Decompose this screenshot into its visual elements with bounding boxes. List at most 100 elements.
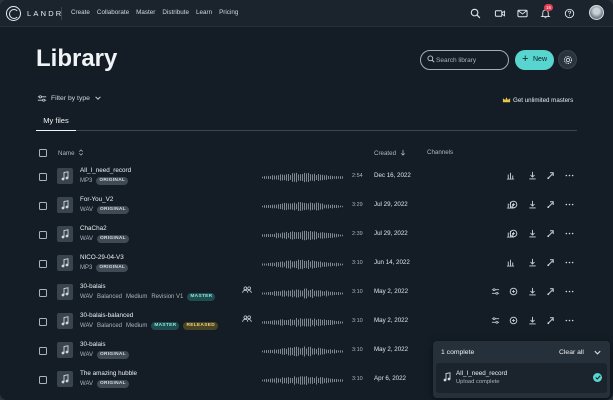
- nav-item-create[interactable]: Create: [71, 9, 90, 16]
- settings-sliders-icon[interactable]: [491, 316, 501, 326]
- waveform[interactable]: [262, 315, 344, 327]
- file-name[interactable]: The amazing hubble: [80, 370, 137, 377]
- more-icon[interactable]: [565, 200, 575, 210]
- user-avatar[interactable]: [589, 5, 604, 20]
- file-detail: Balanced: [97, 294, 123, 300]
- clear-all-button[interactable]: Clear all: [559, 349, 584, 356]
- nav-item-learn[interactable]: Learn: [196, 9, 212, 16]
- more-icon[interactable]: [565, 287, 575, 297]
- row-checkbox[interactable]: [39, 289, 47, 297]
- column-name-label: Name: [58, 150, 75, 157]
- waveform[interactable]: [262, 199, 344, 211]
- download-icon[interactable]: [528, 316, 538, 326]
- file-name[interactable]: 30-balais: [80, 283, 106, 290]
- file-name[interactable]: For-You_V2: [80, 196, 113, 203]
- row-checkbox[interactable]: [39, 202, 47, 210]
- waveform[interactable]: [262, 373, 344, 385]
- waveform[interactable]: [262, 228, 344, 241]
- settings-sliders-icon[interactable]: [491, 287, 501, 297]
- status-badge: MASTER: [151, 322, 180, 330]
- waveform[interactable]: [262, 257, 344, 270]
- row-checkbox[interactable]: [39, 173, 47, 181]
- status-badge: MASTER: [187, 293, 216, 301]
- row-checkbox[interactable]: [39, 376, 47, 384]
- row-checkbox[interactable]: [39, 347, 47, 355]
- filter-by-type-dropdown[interactable]: Filter by type: [37, 94, 101, 105]
- master-icon[interactable]: [509, 200, 519, 210]
- file-thumbnail: [57, 313, 73, 329]
- download-icon[interactable]: [528, 229, 538, 239]
- duration: 2:39: [352, 231, 363, 237]
- share-icon[interactable]: [546, 287, 556, 297]
- master-icon[interactable]: [509, 287, 519, 297]
- status-badge: ORIGINAL: [96, 177, 129, 185]
- row-checkbox[interactable]: [39, 231, 47, 239]
- waveform[interactable]: [262, 170, 344, 183]
- file-detail: Medium: [126, 294, 148, 300]
- nav-item-pricing[interactable]: Pricing: [219, 9, 238, 16]
- duration: 3:10: [352, 318, 363, 324]
- chevron-down-icon[interactable]: [593, 348, 602, 357]
- share-icon[interactable]: [546, 316, 556, 326]
- select-all-checkbox[interactable]: [39, 149, 47, 157]
- more-icon[interactable]: [565, 258, 575, 268]
- more-icon[interactable]: [565, 316, 575, 326]
- table-row[interactable]: 30-balais-balanced WAV Balanced Medium MASTE…: [36, 310, 577, 339]
- channels-icon[interactable]: [506, 171, 516, 181]
- new-button[interactable]: + New: [515, 50, 554, 70]
- table-row[interactable]: NICO-29-04-V3 MP3 ORIGINAL 3:10 Jun 14, 2022: [36, 252, 577, 281]
- share-icon[interactable]: [546, 200, 556, 210]
- help-icon[interactable]: [564, 8, 575, 19]
- table-row[interactable]: 30-balais WAV Balanced Medium Revision V1 MAS…: [36, 281, 577, 310]
- waveform[interactable]: [262, 286, 344, 299]
- share-icon[interactable]: [546, 171, 556, 181]
- search-input[interactable]: [436, 54, 506, 66]
- row-checkbox[interactable]: [39, 318, 47, 326]
- collaborators-icon[interactable]: [242, 286, 252, 294]
- settings-button[interactable]: [558, 50, 577, 69]
- waveform[interactable]: [262, 344, 344, 357]
- mail-icon[interactable]: [517, 8, 528, 19]
- upload-summary: 1 complete: [441, 349, 475, 356]
- search-icon[interactable]: [470, 8, 481, 19]
- created-date: Jun 14, 2022: [374, 259, 410, 266]
- search-box[interactable]: [420, 50, 509, 70]
- tab-my-files[interactable]: My files: [36, 115, 76, 131]
- master-icon[interactable]: [509, 229, 519, 239]
- table-row[interactable]: For-You_V2 WAV ORIGINAL 3:29 Jul 29, 2022: [36, 194, 577, 223]
- download-icon[interactable]: [528, 171, 538, 181]
- file-name[interactable]: 30-balais: [80, 341, 106, 348]
- download-icon[interactable]: [528, 258, 538, 268]
- file-thumbnail: [57, 226, 73, 242]
- upload-status-text: Upload complete: [456, 379, 500, 385]
- video-icon[interactable]: [494, 8, 506, 19]
- more-icon[interactable]: [565, 171, 575, 181]
- download-icon[interactable]: [528, 200, 538, 210]
- created-date: Jul 29, 2022: [374, 201, 408, 208]
- music-note-icon: [61, 229, 69, 239]
- more-icon[interactable]: [565, 229, 575, 239]
- column-header-name[interactable]: Name: [58, 149, 84, 157]
- share-icon[interactable]: [546, 258, 556, 268]
- file-meta: MP3 ORIGINAL: [80, 177, 129, 185]
- collaborators-icon[interactable]: [242, 315, 252, 323]
- channels-icon[interactable]: [506, 258, 516, 268]
- brand-name[interactable]: LANDR: [27, 9, 63, 18]
- file-name[interactable]: NICO-29-04-V3: [80, 254, 124, 261]
- download-icon[interactable]: [528, 287, 538, 297]
- landr-logo-icon[interactable]: [6, 6, 21, 21]
- file-thumbnail: [57, 197, 73, 213]
- nav-item-collaborate[interactable]: Collaborate: [97, 9, 129, 16]
- table-row[interactable]: All_I_need_record MP3 ORIGINAL 2:54 Dec 16, …: [36, 165, 577, 194]
- share-icon[interactable]: [546, 229, 556, 239]
- file-name[interactable]: ChaCha2: [80, 225, 107, 232]
- master-icon[interactable]: [509, 316, 519, 326]
- file-name[interactable]: All_I_need_record: [80, 167, 131, 174]
- file-meta: WAV ORIGINAL: [80, 206, 129, 214]
- file-name[interactable]: 30-balais-balanced: [80, 312, 133, 319]
- nav-item-distribute[interactable]: Distribute: [162, 9, 189, 16]
- row-checkbox[interactable]: [39, 260, 47, 268]
- nav-item-master[interactable]: Master: [136, 9, 155, 16]
- column-header-created[interactable]: Created: [374, 149, 406, 157]
- table-row[interactable]: ChaCha2 WAV ORIGINAL 2:39 Jul 29, 2022: [36, 223, 577, 252]
